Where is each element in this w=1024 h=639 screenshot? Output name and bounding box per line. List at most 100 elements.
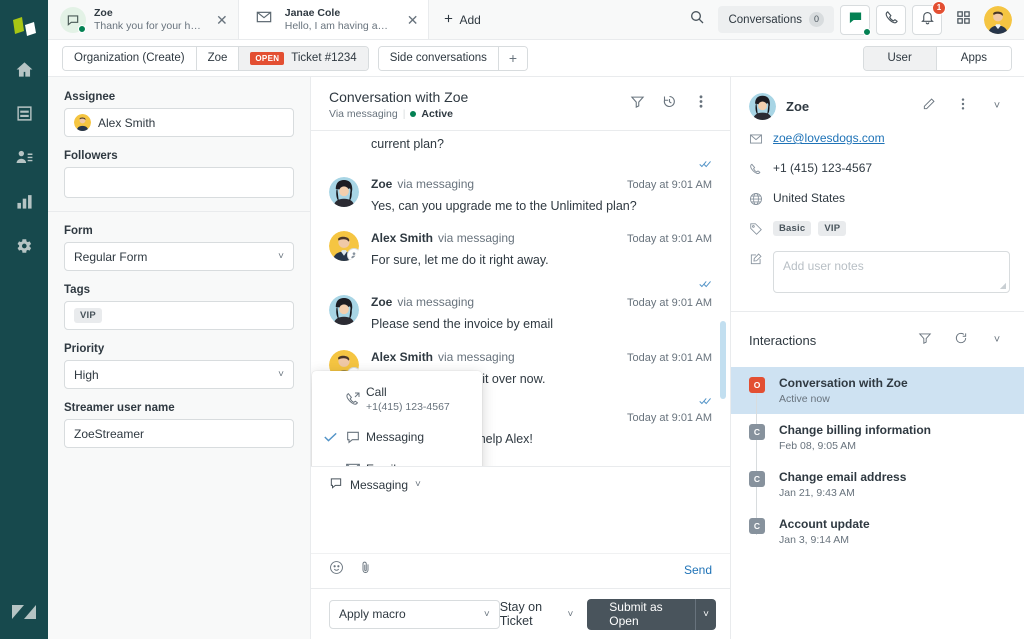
apply-macro-select[interactable]: Apply macro ˅: [329, 599, 500, 629]
tag-chip[interactable]: VIP: [74, 308, 102, 323]
agent-avatar[interactable]: [984, 5, 1012, 34]
channel-option-call[interactable]: Call +1(415) 123-4567: [312, 377, 482, 421]
ticket-tab-janae-cole[interactable]: Janae Cole Hello, I am having an is... ✕: [238, 0, 430, 39]
call-button[interactable]: [876, 4, 906, 35]
divider: [48, 211, 310, 212]
interactions-filter-button[interactable]: [910, 325, 940, 355]
composer-textarea[interactable]: [311, 501, 730, 553]
channel-dropdown-menu[interactable]: Call +1(415) 123-4567 Messaging: [312, 371, 482, 466]
tag-icon: [749, 221, 773, 241]
refresh-icon: [954, 331, 968, 350]
submit-as-open-button[interactable]: Submit as Open: [587, 598, 695, 630]
close-icon[interactable]: ✕: [216, 13, 228, 27]
nav-item-views[interactable]: [4, 96, 44, 136]
topbar-actions: Conversations 0 1: [682, 0, 1024, 39]
interactions-refresh-button[interactable]: [946, 325, 976, 355]
messaging-icon: [340, 429, 366, 445]
nav-item-customers[interactable]: [4, 140, 44, 180]
stay-on-ticket-dropdown[interactable]: Stay on Ticket ˅: [500, 600, 574, 628]
edit-user-button[interactable]: [914, 91, 944, 121]
composer-channel-selector[interactable]: Messaging ˅: [311, 467, 730, 501]
breadcrumb-organization[interactable]: Organization (Create): [63, 46, 197, 70]
globe-icon: [749, 191, 773, 211]
message-text: Yes, can you upgrade me to the Unlimited…: [371, 199, 637, 214]
breadcrumb-ticket[interactable]: OPEN Ticket #1234: [239, 46, 368, 70]
assignee-input[interactable]: Alex Smith: [64, 108, 294, 137]
status-badge: C: [749, 518, 765, 534]
notifications-button[interactable]: 1: [912, 0, 946, 35]
user-email-value[interactable]: zoe@lovesdogs.com: [773, 131, 885, 145]
avatar: [329, 177, 359, 208]
user-tag-chip[interactable]: VIP: [818, 221, 847, 236]
add-tab-button[interactable]: Add: [429, 0, 494, 39]
chat-button[interactable]: [840, 4, 871, 36]
more-vertical-icon: [961, 97, 965, 116]
user-notes-input[interactable]: Add user notes ◢: [773, 251, 1010, 293]
scrollbar-thumb[interactable]: [720, 321, 726, 399]
user-country-row: United States: [749, 191, 1010, 211]
nav-item-home[interactable]: [4, 52, 44, 92]
nav-item-admin[interactable]: [4, 228, 44, 268]
filter-button[interactable]: [622, 89, 652, 119]
interaction-item[interactable]: C Change billing information Feb 08, 9:0…: [731, 414, 1024, 461]
submit-group: Submit as Open ˅: [587, 598, 716, 630]
close-icon[interactable]: ✕: [407, 13, 419, 27]
interactions-collapse-button[interactable]: ˅: [982, 325, 1012, 355]
user-collapse-button[interactable]: ˅: [982, 91, 1012, 121]
check-icon: [320, 432, 340, 442]
channel-option-email[interactable]: Email: [312, 453, 482, 466]
nav-item-reporting[interactable]: [4, 184, 44, 224]
reporting-icon: [16, 193, 33, 215]
interaction-item[interactable]: C Change email address Jan 21, 9:43 AM: [731, 461, 1024, 508]
ticket-properties-panel: Assignee Alex Smith Followers Form Regul…: [48, 77, 311, 639]
zendesk-logo: [11, 10, 37, 44]
add-side-conversation-button[interactable]: +: [498, 46, 528, 70]
bell-icon: [920, 10, 935, 30]
plus-icon: [443, 13, 454, 27]
followers-input[interactable]: [64, 167, 294, 198]
streamer-username-input[interactable]: ZoeStreamer: [64, 419, 294, 448]
form-select[interactable]: Regular Form ˅: [64, 242, 294, 271]
emoji-icon[interactable]: [329, 560, 344, 580]
tab-title: Janae Cole: [284, 7, 341, 20]
interaction-time: Jan 21, 9:43 AM: [779, 487, 855, 499]
phone-icon: [749, 161, 773, 181]
active-dot: [410, 111, 417, 117]
message-thread[interactable]: current plan? Zoe via messaging Today at…: [311, 131, 730, 466]
breadcrumb-user[interactable]: Zoe: [196, 46, 240, 70]
conversations-button[interactable]: Conversations 0: [718, 6, 834, 33]
more-options-button[interactable]: [686, 89, 716, 119]
history-button[interactable]: [654, 89, 684, 119]
notification-badge: 1: [932, 0, 946, 15]
paperclip-icon[interactable]: [358, 560, 373, 580]
channel-option-label: Messaging: [366, 429, 425, 444]
resize-handle-icon[interactable]: ◢: [1000, 281, 1006, 290]
user-tag-chip[interactable]: Basic: [773, 221, 812, 236]
side-conversations-group: Side conversations +: [377, 45, 529, 71]
search-icon: [689, 9, 705, 30]
thread-scrollbar[interactable]: [720, 131, 726, 466]
submit-options-button[interactable]: ˅: [695, 598, 716, 630]
grid-icon: [956, 10, 971, 30]
tab-user[interactable]: User: [863, 46, 936, 70]
composer: Messaging ˅ Send: [311, 466, 730, 588]
tab-apps[interactable]: Apps: [935, 46, 1011, 70]
composer-channel-label: Messaging: [350, 477, 409, 492]
messaging-icon: [329, 476, 343, 493]
conversation-status: Active: [421, 108, 453, 120]
priority-select[interactable]: High ˅: [64, 360, 294, 389]
interaction-item[interactable]: C Account update Jan 3, 9:14 AM: [731, 508, 1024, 555]
interactions-list: O Conversation with Zoe Active now C Cha…: [731, 367, 1024, 555]
search-button[interactable]: [682, 5, 712, 35]
channel-option-messaging[interactable]: Messaging: [312, 421, 482, 453]
user-more-button[interactable]: [948, 91, 978, 121]
tags-input[interactable]: VIP: [64, 301, 294, 330]
apps-button[interactable]: [948, 5, 978, 35]
ticket-tab-zoe[interactable]: Zoe Thank you for your hel... ✕: [48, 0, 239, 39]
chat-icon: [848, 10, 863, 30]
interaction-item[interactable]: O Conversation with Zoe Active now: [731, 367, 1024, 414]
channel-option-sub: +1(415) 123-4567: [366, 401, 450, 413]
side-conversations-tab[interactable]: Side conversations: [378, 46, 499, 70]
tab-icon-wrap: [60, 6, 86, 33]
send-button[interactable]: Send: [684, 563, 712, 577]
